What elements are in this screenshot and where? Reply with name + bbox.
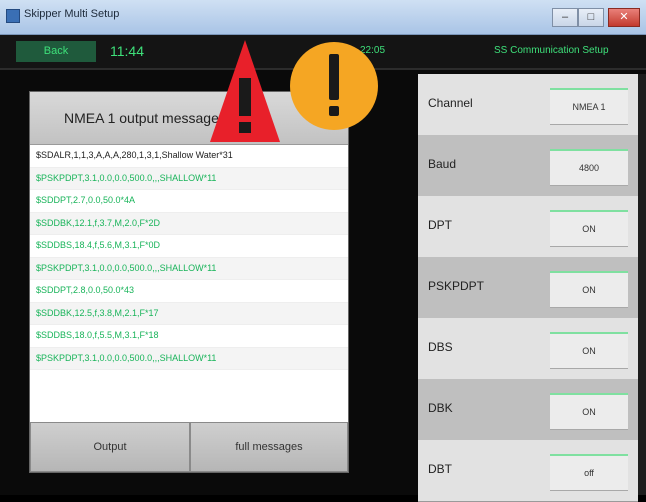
setting-row-channel: Channel NMEA 1 xyxy=(418,74,638,136)
setting-label: Channel xyxy=(428,96,473,110)
message-row: $PSKPDPT,3.1,0.0,0.0,500.0,,,SHALLOW*11 xyxy=(30,167,348,190)
message-row: $SDDPT,2.7,0.0,50.0*4A xyxy=(30,190,348,213)
close-button[interactable]: ✕ xyxy=(608,8,640,27)
output-messages-panel: NMEA 1 output messages $SDALR,1,1,3,A,A,… xyxy=(29,91,349,473)
message-row: $SDDBK,12.1,f,3.7,M,2.0,F*2D xyxy=(30,212,348,235)
setting-row-dbs: DBS ON xyxy=(418,318,638,380)
message-row: $PSKPDPT,3.1,0.0,0.0,500.0,,,SHALLOW*11 xyxy=(30,257,348,280)
status-message: SS Communication Setup xyxy=(494,45,609,56)
maximize-button[interactable]: □ xyxy=(578,8,604,27)
message-row: $SDDPT,2.8,0.0,50.0*43 xyxy=(30,280,348,303)
pskpdpt-toggle-button[interactable]: ON xyxy=(550,271,628,308)
minimize-button[interactable]: – xyxy=(552,8,578,27)
dbk-toggle-button[interactable]: ON xyxy=(550,393,628,430)
message-row: $PSKPDPT,3.1,0.0,0.0,500.0,,,SHALLOW*11 xyxy=(30,347,348,370)
dpt-toggle-button[interactable]: ON xyxy=(550,210,628,247)
title-bar: Skipper Multi Setup – □ ✕ xyxy=(0,0,646,35)
message-row: $SDDBS,18.0,f,5.5,M,3.1,F*18 xyxy=(30,325,348,348)
setting-row-baud: Baud 4800 xyxy=(418,135,638,197)
alert-circle-icon xyxy=(290,42,378,130)
setting-label: DBK xyxy=(428,401,453,415)
full-messages-button[interactable]: full messages xyxy=(190,422,348,472)
setting-label: Baud xyxy=(428,157,457,171)
window-title: Skipper Multi Setup xyxy=(24,8,120,20)
message-row: $SDDBK,12.5,f,3.8,M,2.1,F*17 xyxy=(30,302,348,325)
setting-row-dpt: DPT ON xyxy=(418,196,638,258)
back-button[interactable]: Back xyxy=(16,41,96,62)
setting-label: DBT xyxy=(428,462,452,476)
channel-value-button[interactable]: NMEA 1 xyxy=(550,88,628,125)
setting-label: DPT xyxy=(428,218,452,232)
app-icon xyxy=(6,9,20,23)
message-list: $SDALR,1,1,3,A,A,A,280,1,3,1,Shallow Wat… xyxy=(30,145,348,370)
output-button[interactable]: Output xyxy=(30,422,190,472)
setting-label: DBS xyxy=(428,340,453,354)
app-window: Skipper Multi Setup – □ ✕ Back 11:44 22:… xyxy=(0,0,646,502)
baud-value-button[interactable]: 4800 xyxy=(550,149,628,186)
setting-row-dbt: DBT off xyxy=(418,440,638,502)
dbt-toggle-button[interactable]: off xyxy=(550,454,628,491)
setting-row-dbk: DBK ON xyxy=(418,379,638,441)
message-row: $SDDBS,18.4,f,5.6,M,3.1,F*0D xyxy=(30,235,348,258)
setting-label: PSKPDPT xyxy=(428,279,485,293)
warning-triangle-icon xyxy=(210,40,280,142)
message-row: $SDALR,1,1,3,A,A,A,280,1,3,1,Shallow Wat… xyxy=(30,145,348,168)
clock: 11:44 xyxy=(110,43,144,59)
scroll-edge xyxy=(638,74,646,495)
panel-footer: Output full messages xyxy=(30,422,348,472)
panel-title: NMEA 1 output messages xyxy=(64,110,226,126)
setting-row-pskpdpt: PSKPDPT ON xyxy=(418,257,638,319)
dbs-toggle-button[interactable]: ON xyxy=(550,332,628,369)
settings-panel: Channel NMEA 1 Baud 4800 DPT ON PSKPDPT … xyxy=(418,74,638,502)
